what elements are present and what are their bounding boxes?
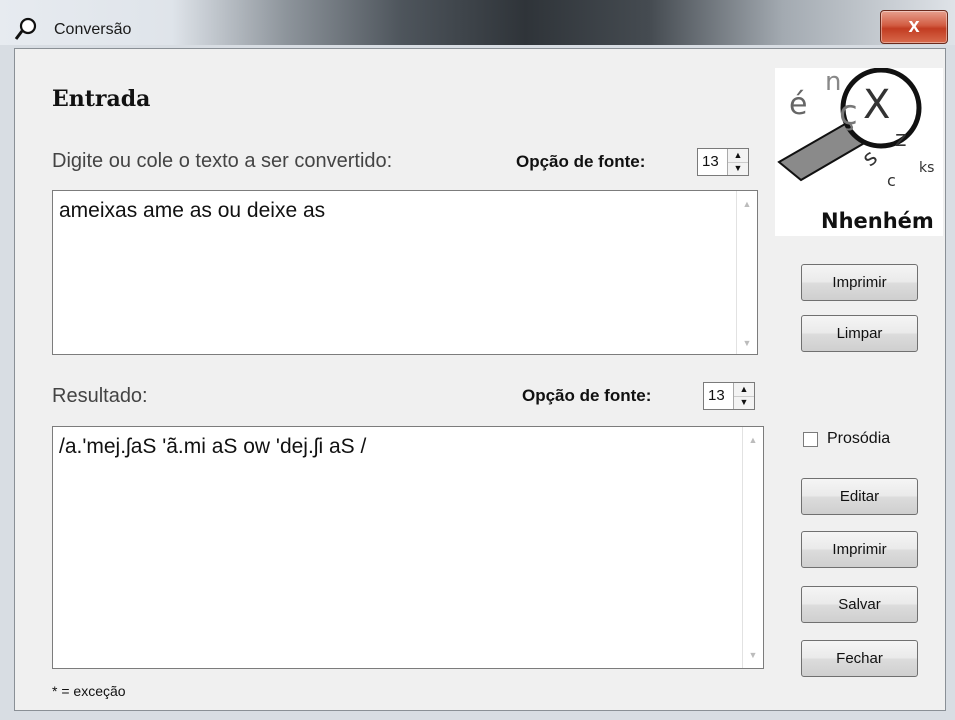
result-text: /a.'mej.ʃaS 'ã.mi aS ow 'dej.ʃi aS / <box>59 435 367 458</box>
spinner-up-icon[interactable]: ▲ <box>734 383 754 397</box>
logo-letter-c: ç <box>839 93 858 133</box>
nhenhem-logo-graphic: é n ç X s z ks c Nhenhém <box>777 67 934 233</box>
input-textarea[interactable]: ameixas ame as ou deixe as ▲ ▼ <box>52 190 758 355</box>
input-text: ameixas ame as ou deixe as <box>59 199 326 222</box>
nhenhem-logo: é n ç X s z ks c Nhenhém <box>775 67 943 236</box>
conversion-window: Conversão x Entrada Digite ou cole o tex… <box>0 0 955 720</box>
window-close-button[interactable]: x <box>880 10 948 44</box>
result-font-option-label: Opção de fonte: <box>522 386 652 405</box>
spinner-down-icon[interactable]: ▼ <box>734 396 754 409</box>
logo-letter-ks: ks <box>919 160 934 176</box>
result-scrollbar[interactable]: ▲ ▼ <box>742 427 763 668</box>
save-button[interactable]: Salvar <box>801 586 918 623</box>
logo-letter-c2: c <box>887 171 896 190</box>
result-font-size-spinner[interactable]: 13 ▲ ▼ <box>703 382 755 410</box>
spinner-down-icon[interactable]: ▼ <box>728 162 748 175</box>
logo-letter-e: é <box>789 87 807 122</box>
prosody-checkbox[interactable] <box>803 432 818 447</box>
logo-name: Nhenhém <box>821 209 934 233</box>
result-textarea[interactable]: /a.'mej.ʃaS 'ã.mi aS ow 'dej.ʃi aS / ▲ ▼ <box>52 426 764 669</box>
clear-button[interactable]: Limpar <box>801 315 918 352</box>
input-heading: Entrada <box>52 86 151 112</box>
input-prompt: Digite ou cole o texto a ser convertido: <box>52 150 393 172</box>
input-font-size-spinner[interactable]: 13 ▲ ▼ <box>697 148 749 176</box>
input-font-size-value: 13 <box>702 153 719 170</box>
title-bar[interactable]: Conversão x <box>0 0 955 45</box>
close-button[interactable]: Fechar <box>801 640 918 677</box>
input-font-option-label: Opção de fonte: <box>516 152 646 171</box>
edit-button[interactable]: Editar <box>801 478 918 515</box>
logo-letter-s: s <box>858 145 883 172</box>
print-input-button[interactable]: Imprimir <box>801 264 918 301</box>
scroll-up-icon[interactable]: ▲ <box>737 199 757 209</box>
exception-note: * = exceção <box>52 683 126 699</box>
result-label: Resultado: <box>52 385 148 407</box>
print-result-button[interactable]: Imprimir <box>801 531 918 568</box>
scroll-down-icon[interactable]: ▼ <box>743 650 763 660</box>
result-font-size-value: 13 <box>708 387 725 404</box>
logo-letter-z: z <box>895 127 907 152</box>
scroll-down-icon[interactable]: ▼ <box>737 338 757 348</box>
logo-letter-x: X <box>863 82 890 128</box>
spinner-up-icon[interactable]: ▲ <box>728 149 748 163</box>
magnifier-app-icon <box>14 17 37 40</box>
input-scrollbar[interactable]: ▲ ▼ <box>736 191 757 354</box>
window-title: Conversão <box>54 21 132 38</box>
scroll-up-icon[interactable]: ▲ <box>743 435 763 445</box>
prosody-label[interactable]: Prosódia <box>827 430 890 448</box>
